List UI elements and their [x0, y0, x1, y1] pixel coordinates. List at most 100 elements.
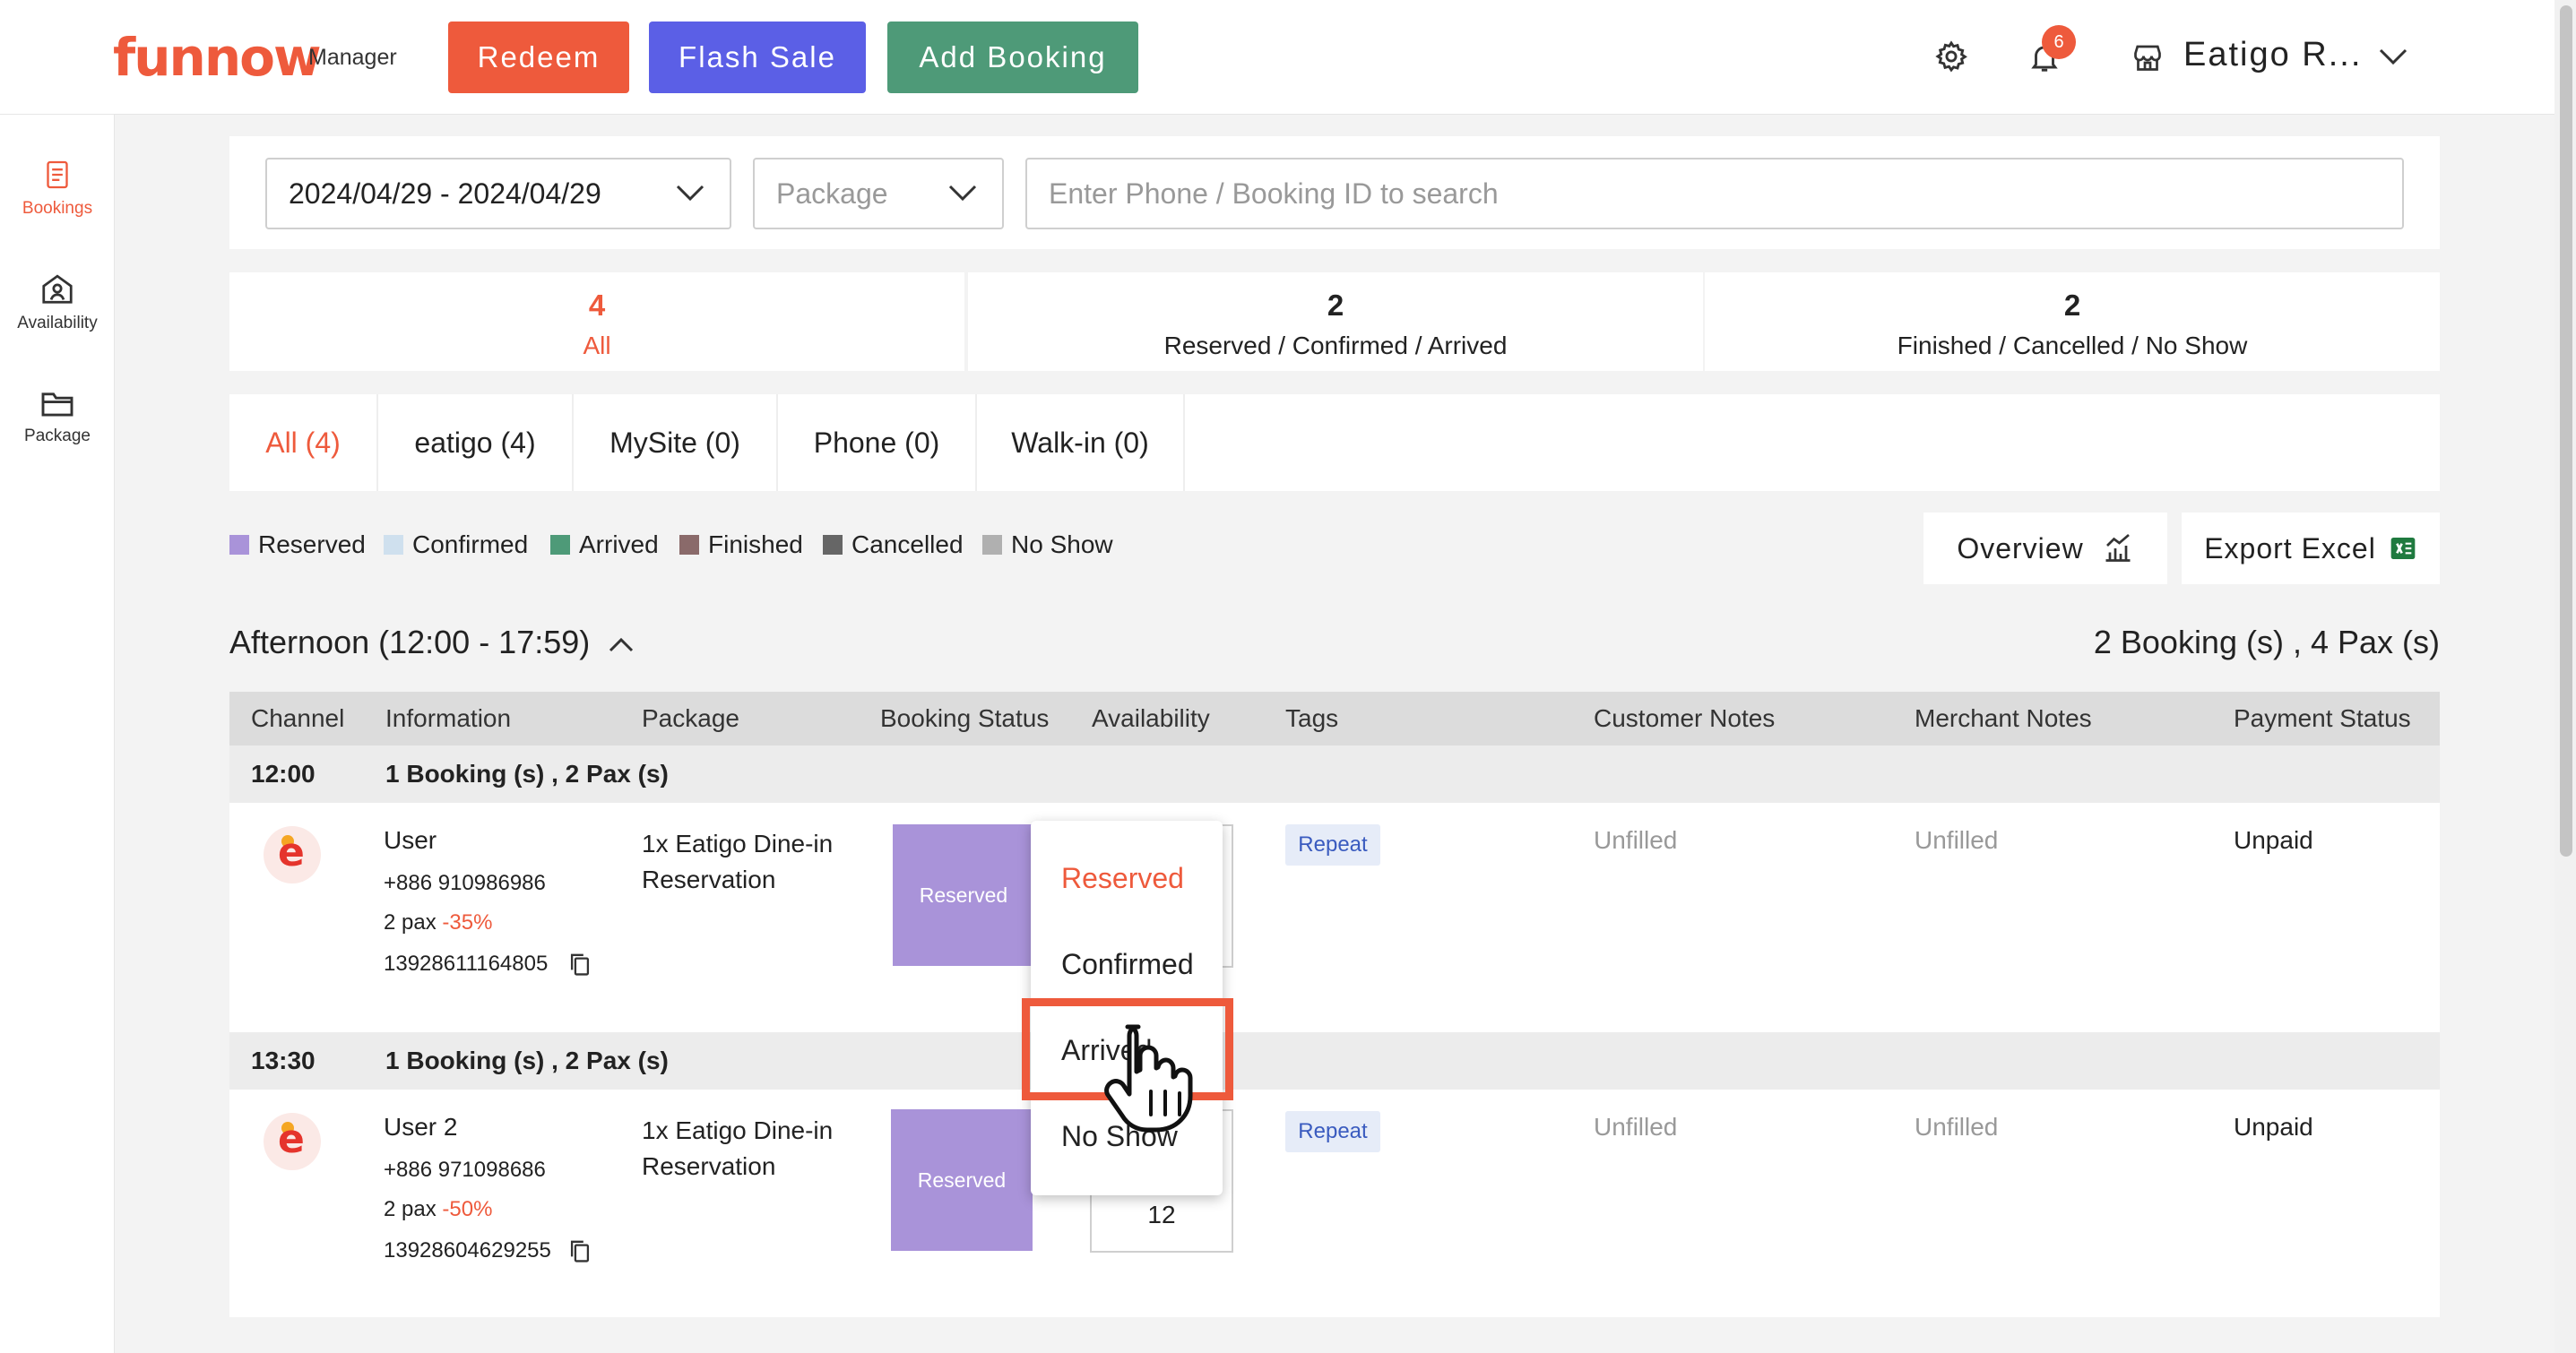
hand-cursor-icon — [1104, 1024, 1193, 1133]
legend-arrived: Arrived — [550, 530, 659, 559]
chevron-down-icon[interactable] — [2377, 47, 2409, 71]
customer-notes[interactable]: Unfilled — [1594, 826, 1677, 855]
export-label: Export Excel — [2204, 531, 2376, 564]
column-header: Channel — [251, 704, 345, 732]
notification-badge: 6 — [2042, 25, 2076, 59]
group-time: 13:30 — [251, 1047, 316, 1074]
time-group-row: 12:00 1 Booking (s) , 2 Pax (s) — [229, 745, 2440, 803]
search-placeholder: Enter Phone / Booking ID to search — [1049, 177, 1499, 210]
legend-no-show: No Show — [982, 530, 1113, 559]
repeat-tag: Repeat — [1285, 1111, 1380, 1152]
column-header: Customer Notes — [1594, 704, 1776, 732]
table-row[interactable]: e User 2 +886 971098686 2 pax -50% 13928… — [229, 1090, 2440, 1317]
stat-count: 2 — [2063, 289, 2081, 322]
sidebar: Bookings Availability Package — [0, 115, 115, 1353]
package-select-placeholder: Package — [776, 177, 888, 210]
folder-icon — [41, 392, 73, 417]
time-group-row: 13:30 1 Booking (s) , 2 Pax (s) — [229, 1032, 2440, 1090]
pax-info: 2 pax -50% — [384, 1197, 493, 1221]
overview-label: Overview — [1957, 531, 2084, 564]
customer-name: User 2 — [384, 1113, 458, 1141]
section-summary: 2 Booking (s) , 4 Pax (s) — [2093, 624, 2440, 660]
repeat-tag: Repeat — [1285, 824, 1380, 866]
tab-eatigo[interactable]: eatigo (4) — [378, 394, 574, 491]
logo-subtitle: Manager — [308, 45, 397, 70]
column-header: Payment Status — [2234, 704, 2411, 732]
sidebar-item-package[interactable]: Package — [0, 389, 115, 446]
column-header: Booking Status — [880, 704, 1050, 732]
column-header: Package — [642, 704, 739, 732]
sidebar-item-label: Availability — [17, 314, 98, 332]
customer-phone: +886 971098686 — [384, 1158, 546, 1182]
customer-notes[interactable]: Unfilled — [1594, 1113, 1677, 1142]
scrollbar[interactable] — [2554, 0, 2576, 1353]
chevron-up-icon[interactable] — [608, 637, 635, 653]
sidebar-item-label: Package — [24, 427, 91, 445]
add-booking-button[interactable]: Add Booking — [887, 22, 1138, 93]
booking-id: 13928611164805 — [384, 952, 549, 976]
store-user-icon — [42, 274, 73, 304]
stat-count: 2 — [1327, 289, 1344, 322]
bar-chart-icon — [2105, 533, 2131, 562]
package-name: 1x Eatigo Dine-in Reservation — [642, 830, 834, 893]
status-option-confirmed[interactable]: Confirmed — [1061, 948, 1194, 981]
eatigo-channel-icon: e — [264, 1113, 321, 1170]
section-title[interactable]: Afternoon (12:00 - 17:59) — [229, 624, 635, 661]
stat-active[interactable]: 2 Reserved / Confirmed / Arrived — [968, 272, 1703, 371]
chevron-down-icon — [676, 185, 705, 202]
export-excel-button[interactable]: Export Excel — [2182, 513, 2440, 584]
eatigo-channel-icon: e — [264, 826, 321, 883]
tab-all[interactable]: All (4) — [229, 394, 378, 491]
sidebar-item-availability[interactable]: Availability — [0, 272, 115, 333]
sidebar-item-label: Bookings — [22, 199, 93, 218]
logo[interactable]: funnow — [113, 30, 322, 84]
table-header: Channel Information Package Booking Stat… — [229, 692, 2440, 745]
settings-gear-icon[interactable] — [1934, 39, 1968, 78]
date-range-picker[interactable]: 2024/04/29 - 2024/04/29 — [265, 158, 731, 229]
merchant-notes[interactable]: Unfilled — [1915, 826, 1998, 855]
stat-label: Reserved / Confirmed / Arrived — [1163, 332, 1508, 359]
column-header: Tags — [1285, 704, 1339, 732]
stat-closed[interactable]: 2 Finished / Cancelled / No Show — [1705, 272, 2440, 371]
stat-count: 4 — [588, 289, 606, 322]
customer-name: User — [384, 826, 437, 854]
column-header: Merchant Notes — [1915, 704, 2092, 732]
copy-icon[interactable] — [568, 952, 592, 977]
group-time: 12:00 — [251, 760, 316, 788]
store-name[interactable]: Eatigo R... — [2183, 36, 2362, 74]
document-icon — [47, 160, 68, 189]
date-range-value: 2024/04/29 - 2024/04/29 — [289, 177, 601, 210]
sidebar-item-bookings[interactable]: Bookings — [0, 159, 115, 219]
tab-walk-in[interactable]: Walk-in (0) — [977, 394, 1185, 491]
flash-sale-button[interactable]: Flash Sale — [649, 22, 866, 93]
status-option-reserved[interactable]: Reserved — [1061, 862, 1184, 895]
column-header: Information — [385, 704, 512, 732]
table-row[interactable]: e User +886 910986986 2 pax -35% 1392861… — [229, 803, 2440, 1032]
tab-mysite[interactable]: MySite (0) — [574, 394, 778, 491]
group-summary: 1 Booking (s) , 2 Pax (s) — [385, 760, 669, 788]
store-icon — [2131, 41, 2164, 78]
excel-icon — [2390, 538, 2416, 559]
redeem-button[interactable]: Redeem — [448, 22, 629, 93]
payment-status: Unpaid — [2234, 826, 2313, 854]
chevron-down-icon — [948, 185, 977, 202]
legend-finished: Finished — [679, 530, 803, 559]
scrollbar-thumb[interactable] — [2560, 5, 2572, 857]
group-summary: 1 Booking (s) , 2 Pax (s) — [385, 1047, 669, 1074]
top-bar: funnow Manager Redeem Flash Sale Add Boo… — [0, 0, 2554, 115]
column-header: Availability — [1092, 704, 1210, 732]
merchant-notes[interactable]: Unfilled — [1915, 1113, 1998, 1142]
overview-button[interactable]: Overview — [1923, 513, 2167, 584]
package-name: 1x Eatigo Dine-in Reservation — [642, 1116, 834, 1180]
search-input[interactable]: Enter Phone / Booking ID to search — [1025, 158, 2404, 229]
copy-icon[interactable] — [568, 1238, 592, 1263]
booking-status-button[interactable]: Reserved — [893, 824, 1034, 966]
stat-all[interactable]: 4 All — [229, 272, 964, 371]
stat-label: All — [583, 332, 611, 359]
legend-cancelled: Cancelled — [823, 530, 964, 559]
booking-status-button[interactable]: Reserved — [891, 1109, 1033, 1251]
stat-label: Finished / Cancelled / No Show — [1897, 332, 2248, 359]
legend-reserved: Reserved — [229, 530, 366, 559]
package-select[interactable]: Package — [753, 158, 1004, 229]
tab-phone[interactable]: Phone (0) — [778, 394, 977, 491]
